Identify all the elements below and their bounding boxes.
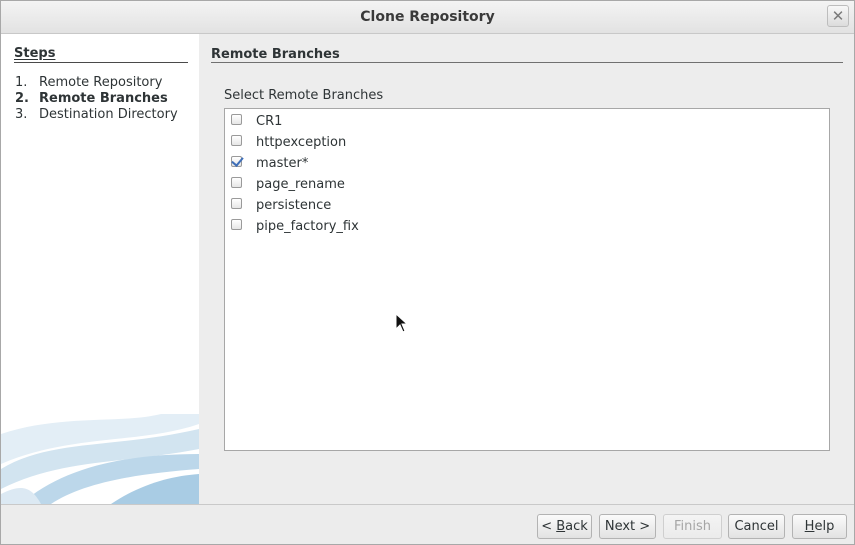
branch-item-httpexception[interactable]: httpexception xyxy=(231,132,346,152)
branch-label: httpexception xyxy=(256,134,347,150)
next-button[interactable]: Next > xyxy=(599,514,656,539)
wizard-decoration-image xyxy=(1,414,199,504)
content-area: Remote Branches Select Remote Branches C… xyxy=(200,34,854,504)
branch-label: master* xyxy=(256,155,309,171)
steps-panel: Steps 1. Remote Repository 2. Remote Branc… xyxy=(1,34,199,504)
branch-item-page-rename[interactable]: page_rename xyxy=(231,174,345,194)
branch-checkbox[interactable] xyxy=(231,197,242,209)
step-number: 2. xyxy=(15,91,29,106)
branch-checkbox[interactable] xyxy=(231,176,242,188)
branch-item-master[interactable]: master* xyxy=(231,153,308,173)
clone-repository-dialog: Clone Repository ✕ Steps 1. Remote Reposi… xyxy=(0,0,855,545)
help-button[interactable]: Help xyxy=(792,514,847,539)
branch-item-pipe-factory-fix[interactable]: pipe_factory_fix xyxy=(231,216,359,236)
branch-label: persistence xyxy=(256,197,332,213)
branch-item-cr1[interactable]: CR1 xyxy=(231,111,282,131)
step-label: Destination Directory xyxy=(39,107,178,122)
step-label: Remote Repository xyxy=(39,75,163,90)
branch-label: CR1 xyxy=(256,113,283,129)
close-icon: ✕ xyxy=(831,7,845,25)
back-button[interactable]: < Back xyxy=(537,514,592,539)
section-title: Remote Branches xyxy=(211,47,843,63)
step-label: Remote Branches xyxy=(39,91,168,106)
steps-list: 1. Remote Repository 2. Remote Branches 3.… xyxy=(15,75,195,123)
mouse-pointer-icon xyxy=(395,313,409,333)
branch-label: pipe_factory_fix xyxy=(256,218,359,234)
step-destination-directory: 3. Destination Directory xyxy=(15,107,195,123)
window-title: Clone Repository xyxy=(360,9,495,25)
branches-list[interactable]: CR1 httpexception master* page_rename pe… xyxy=(224,108,830,451)
branch-item-persistence[interactable]: persistence xyxy=(231,195,331,215)
step-remote-repository: 1. Remote Repository xyxy=(15,75,195,91)
button-bar: < Back Next > Finish Cancel Help xyxy=(1,504,854,544)
branch-checkbox[interactable] xyxy=(231,113,242,125)
cancel-button[interactable]: Cancel xyxy=(728,514,785,539)
close-button[interactable]: ✕ xyxy=(827,5,849,27)
title-bar[interactable]: Clone Repository ✕ xyxy=(1,1,854,34)
branch-checkbox[interactable] xyxy=(231,218,242,230)
step-number: 3. xyxy=(15,107,28,122)
branch-checkbox-checked[interactable] xyxy=(231,155,242,167)
branches-list-label: Select Remote Branches xyxy=(224,88,384,103)
branch-label: page_rename xyxy=(256,176,345,192)
steps-heading: Steps xyxy=(14,46,188,63)
branch-checkbox[interactable] xyxy=(231,134,242,146)
finish-button[interactable]: Finish xyxy=(663,514,722,539)
step-remote-branches: 2. Remote Branches xyxy=(15,91,195,107)
step-number: 1. xyxy=(15,75,28,90)
